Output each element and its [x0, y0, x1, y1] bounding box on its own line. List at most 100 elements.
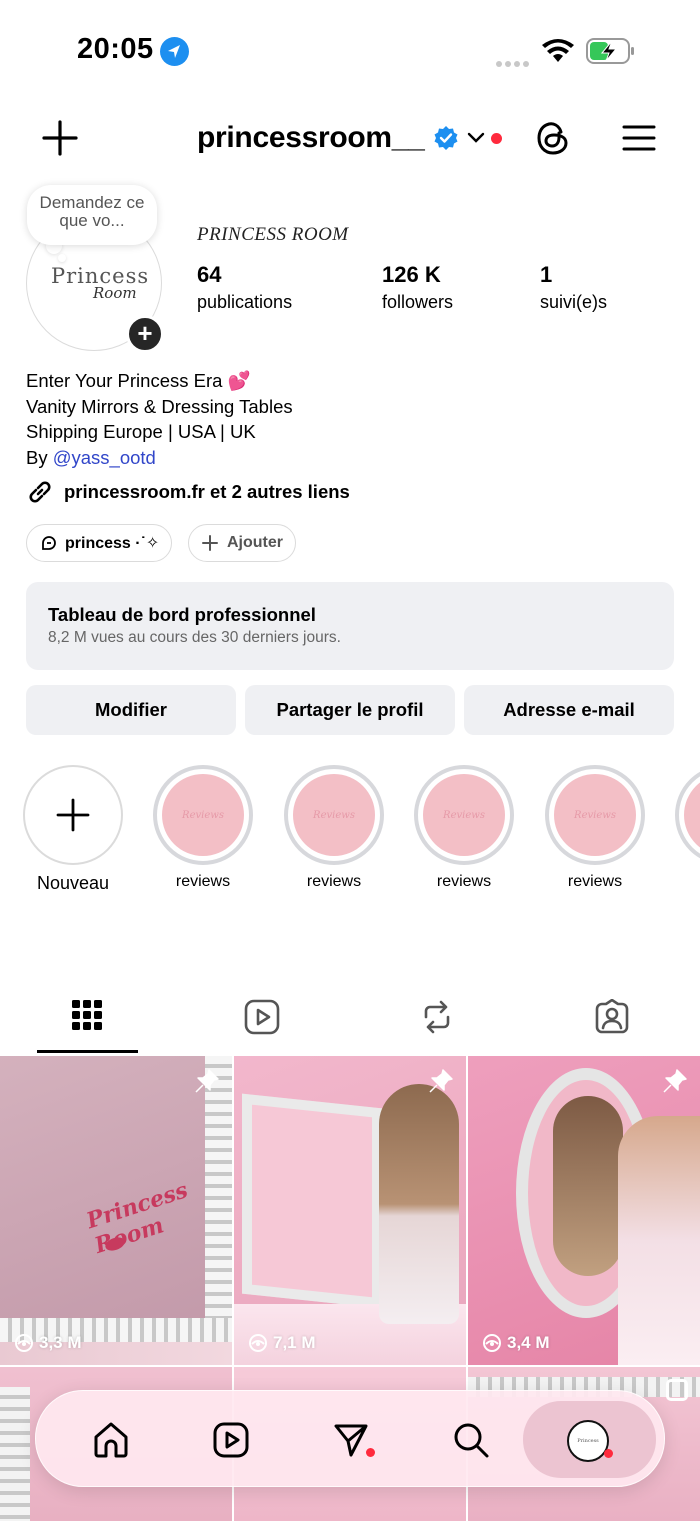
- highlight-item[interactable]: Reviews reviews: [414, 765, 514, 891]
- bio-line: Vanity Mirrors & Dressing Tables: [26, 395, 293, 417]
- battery-icon: [586, 38, 634, 64]
- plus-icon: [202, 535, 218, 551]
- reels-tab-icon[interactable]: [244, 999, 280, 1035]
- stat-value: 64: [197, 262, 222, 287]
- highlight-cover: Reviews: [554, 774, 636, 856]
- highlight-label: reviews: [567, 873, 623, 890]
- notification-dot: [490, 132, 502, 144]
- grid-post[interactable]: 3,4 M: [468, 1056, 700, 1365]
- signal-icon: [496, 54, 532, 72]
- edit-profile-button[interactable]: Modifier: [26, 685, 236, 735]
- threads-chip[interactable]: princess ·˙✧: [26, 524, 173, 562]
- highlight-item-partial[interactable]: [675, 765, 700, 865]
- highlight-ring: Reviews: [153, 765, 253, 865]
- search-icon[interactable]: [452, 1421, 490, 1459]
- grid-tab-icon[interactable]: [71, 999, 103, 1031]
- highlight-new-circle: [23, 765, 123, 865]
- wifi-icon: [542, 39, 574, 62]
- clock: 20:05: [77, 33, 154, 65]
- bio-line: Shipping Europe | USA | UK: [26, 421, 256, 442]
- add-chip[interactable]: Ajouter: [188, 524, 296, 562]
- add-story-button[interactable]: +: [126, 315, 164, 353]
- link-icon: [29, 481, 51, 503]
- highlight-new[interactable]: Nouveau: [23, 765, 123, 894]
- highlight-cover: Reviews: [162, 774, 244, 856]
- profile-tabs: [0, 995, 700, 1053]
- mention-link[interactable]: @yass_ootd: [53, 447, 156, 468]
- dashboard-title: Tableau de bord professionnel: [48, 604, 316, 625]
- stat-label: followers: [382, 292, 454, 312]
- pin-icon: [663, 1069, 687, 1093]
- highlight-cover: Reviews: [293, 774, 375, 856]
- direct-messages-icon[interactable]: [332, 1421, 370, 1459]
- threads-small-icon: [42, 536, 56, 550]
- highlight-cover: Reviews: [423, 774, 505, 856]
- stat-followers[interactable]: 126 K followers: [382, 262, 453, 313]
- stat-label: publications: [197, 292, 293, 312]
- view-count: 7,1 M: [248, 1333, 316, 1353]
- reposts-tab-icon[interactable]: [420, 999, 454, 1035]
- tagged-tab-icon[interactable]: [594, 999, 630, 1035]
- stat-following[interactable]: 1 suivi(e)s: [540, 262, 607, 313]
- pin-icon: [429, 1069, 453, 1093]
- links-text: princessroom.fr et 2 autres liens: [64, 481, 350, 502]
- active-tab-indicator: [37, 1050, 138, 1053]
- highlight-label: Nouveau: [36, 873, 110, 893]
- share-profile-button[interactable]: Partager le profil: [245, 685, 455, 735]
- plus-icon: [56, 798, 90, 832]
- profile-links[interactable]: princessroom.fr et 2 autres liens: [26, 478, 350, 506]
- highlight-label: reviews: [306, 873, 362, 890]
- highlight-item[interactable]: Reviews reviews: [545, 765, 645, 891]
- bio-prefix: By: [26, 446, 53, 468]
- profile-notification-dot: [604, 1449, 613, 1458]
- chevron-down-icon: [467, 132, 484, 143]
- view-count: 3,3 M: [14, 1333, 82, 1353]
- dashboard-subtitle: 8,2 M vues au cours des 30 derniers jour…: [48, 629, 341, 646]
- highlight-label: reviews: [175, 873, 231, 890]
- status-bar: 20:05: [0, 0, 700, 100]
- note-bubble[interactable]: Demandez ce que vo...: [27, 185, 157, 245]
- view-count-text: 3,3 M: [39, 1333, 82, 1352]
- highlight-label: reviews: [436, 873, 492, 890]
- location-icon: [160, 37, 189, 66]
- messages-notification-dot: [366, 1448, 375, 1457]
- highlight-item[interactable]: Reviews reviews: [153, 765, 253, 891]
- view-count: 3,4 M: [482, 1333, 550, 1353]
- views-icon: [483, 1334, 501, 1352]
- view-count-text: 7,1 M: [273, 1333, 316, 1352]
- username: princessroom__: [197, 121, 425, 154]
- highlight-ring: Reviews: [414, 765, 514, 865]
- highlight-ring: Reviews: [284, 765, 384, 865]
- stat-value: 126 K: [382, 262, 441, 287]
- home-icon[interactable]: [92, 1421, 130, 1459]
- avatar-logo-subtext: Room: [93, 284, 137, 302]
- create-post-icon[interactable]: [40, 118, 80, 158]
- note-tail-small: [58, 254, 66, 262]
- views-icon: [15, 1334, 33, 1352]
- verified-badge-icon: [434, 126, 458, 150]
- threads-icon[interactable]: [534, 118, 572, 158]
- pin-icon: [195, 1069, 219, 1093]
- menu-icon[interactable]: [622, 124, 656, 152]
- bio-line: Enter Your Princess Era 💕: [26, 370, 251, 391]
- view-count-text: 3,4 M: [507, 1333, 550, 1352]
- profile-bio: Enter Your Princess Era 💕 Vanity Mirrors…: [26, 368, 293, 470]
- stat-value: 1: [540, 262, 553, 287]
- reels-icon[interactable]: [212, 1421, 250, 1459]
- add-chip-label: Ajouter: [227, 534, 283, 551]
- highlight-ring: Reviews: [545, 765, 645, 865]
- views-icon: [249, 1334, 267, 1352]
- threads-chip-label: princess ·˙✧: [65, 535, 160, 552]
- stat-label: suivi(e)s: [540, 292, 608, 312]
- highlight-item[interactable]: Reviews reviews: [284, 765, 384, 891]
- profile-tab-avatar[interactable]: Princess: [567, 1420, 609, 1462]
- professional-dashboard[interactable]: Tableau de bord professionnel 8,2 M vues…: [26, 582, 674, 670]
- profile-name: PRINCESS ROOM: [197, 224, 349, 245]
- account-switcher[interactable]: princessroom__: [197, 121, 502, 155]
- bio-line: By @yass_ootd: [26, 445, 293, 471]
- stat-publications[interactable]: 64 publications: [197, 262, 292, 313]
- grid-post[interactable]: Princess Room 3,3 M: [0, 1056, 232, 1365]
- bottom-tab-bar: Princess: [35, 1390, 665, 1487]
- grid-post[interactable]: 7,1 M: [234, 1056, 466, 1365]
- email-button[interactable]: Adresse e-mail: [464, 685, 674, 735]
